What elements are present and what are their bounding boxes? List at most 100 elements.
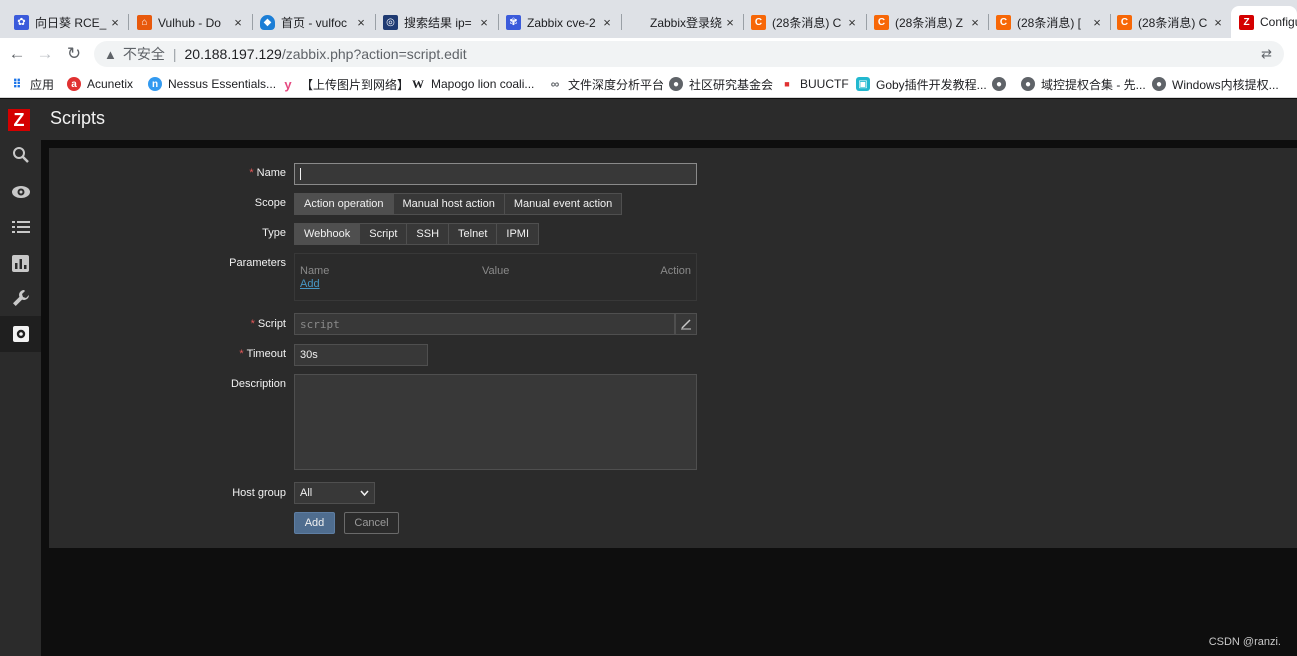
bookmark-item[interactable]: W Mapogo lion coali... <box>411 76 534 92</box>
gear-icon[interactable] <box>0 316 41 352</box>
bookmark-item[interactable]: y 【上传图片到网络】 <box>281 76 409 92</box>
watermark: CSDN @ranzi. <box>1208 636 1281 648</box>
browser-tab[interactable]: ✿ 向日葵 RCE_ × <box>14 9 122 36</box>
close-icon[interactable]: × <box>600 15 614 30</box>
type-option-script[interactable]: Script <box>360 224 408 244</box>
edit-script-button[interactable] <box>675 313 697 335</box>
close-icon[interactable]: × <box>1211 15 1225 30</box>
sunflower-icon: ✿ <box>14 15 29 30</box>
close-icon[interactable]: × <box>354 15 368 30</box>
globe-icon: ● <box>669 77 683 91</box>
bookmark-label: 域控提权合集 - 先... <box>1041 77 1146 92</box>
bookmark-label: 应用 <box>30 77 55 92</box>
hostgroup-select[interactable]: All <box>294 482 375 504</box>
bookmark-item[interactable]: ■ BUUCTF <box>780 76 848 92</box>
csdn-icon: C <box>1117 15 1132 30</box>
timeout-input[interactable]: 30s <box>294 344 428 366</box>
required-marker: * <box>239 348 244 360</box>
search-page-icon: ◎ <box>383 15 398 30</box>
scope-option-manual-host-action[interactable]: Manual host action <box>393 194 505 214</box>
add-button[interactable]: Add <box>294 512 335 534</box>
bookmark-item[interactable]: ● Windows内核提权... <box>1152 76 1279 92</box>
globe-icon: ● <box>992 77 1006 91</box>
divider: | <box>172 46 177 62</box>
y-icon: y <box>284 76 292 92</box>
zabbix-icon: Z <box>1239 14 1254 30</box>
search-icon[interactable] <box>0 137 41 173</box>
parameters-label: Parameters <box>229 257 286 269</box>
bookmark-item[interactable]: ● 域控提权合集 - 先... <box>1021 76 1146 92</box>
bookmark-item[interactable]: a Acunetix <box>67 76 133 92</box>
timeout-label-text: Timeout <box>246 348 286 360</box>
eye-icon[interactable] <box>0 174 41 210</box>
bookmark-label: Goby插件开发教程... <box>876 77 987 92</box>
parameters-table: Name Value Action Add <box>294 253 697 301</box>
type-option-ssh[interactable]: SSH <box>407 224 450 244</box>
scope-option-action-operation[interactable]: Action operation <box>295 194 394 214</box>
bookmark-item[interactable]: ▣ Goby插件开发教程... <box>856 76 987 92</box>
browser-tab[interactable]: ⌂ Vulhub - Do × <box>137 9 245 36</box>
type-option-telnet[interactable]: Telnet <box>449 224 498 244</box>
script-input[interactable]: script <box>294 313 675 335</box>
close-icon[interactable]: × <box>477 15 491 30</box>
csdn-icon: C <box>874 15 889 30</box>
browser-tab[interactable]: ◎ 搜索结果 ip= × <box>383 9 491 36</box>
back-arrow-icon[interactable]: ← <box>6 43 28 65</box>
bookmark-label: 社区研究基金会 <box>689 77 774 92</box>
type-option-ipmi[interactable]: IPMI <box>497 224 539 244</box>
browser-tab[interactable]: C (28条消息) [ × <box>996 9 1104 36</box>
csdn-icon: C <box>996 15 1011 30</box>
add-parameter-link[interactable]: Add <box>300 278 320 290</box>
chart-icon[interactable] <box>0 245 41 281</box>
browser-tab[interactable]: Zabbix登录绕 × <box>629 9 737 36</box>
bookmark-label: 【上传图片到网络】 <box>301 77 410 92</box>
close-icon[interactable]: × <box>723 15 737 30</box>
scope-option-manual-event-action[interactable]: Manual event action <box>504 194 622 214</box>
hostgroup-label: Host group <box>232 487 286 499</box>
browser-tab-strip: ✿ 向日葵 RCE_ × ⌂ Vulhub - Do × ◆ 首页 - vulf… <box>0 0 1297 38</box>
close-icon[interactable]: × <box>845 15 859 30</box>
zabbix-logo[interactable]: Z <box>8 109 30 131</box>
browser-tab[interactable]: C (28条消息) C × <box>1117 9 1225 36</box>
apps-grid-icon: ⠿ <box>12 77 22 91</box>
globe-icon: ● <box>1152 77 1166 91</box>
bookmark-label: Acunetix <box>87 77 134 91</box>
cancel-button[interactable]: Cancel <box>344 512 399 534</box>
close-icon[interactable]: × <box>968 15 982 30</box>
close-icon[interactable]: × <box>108 15 122 30</box>
pencil-icon <box>681 319 691 330</box>
browser-tab[interactable]: ✾ Zabbix cve-2 × <box>506 9 614 36</box>
type-option-webhook[interactable]: Webhook <box>295 224 361 244</box>
name-label: * Name <box>49 167 286 179</box>
name-input[interactable] <box>294 163 697 185</box>
browser-tab-active[interactable]: Z Configu <box>1231 6 1297 38</box>
required-marker: * <box>249 167 254 179</box>
browser-tab[interactable]: C (28条消息) C × <box>751 9 859 36</box>
type-selector: Webhook Script SSH Telnet IPMI <box>294 223 540 245</box>
hostgroup-value: All <box>300 487 313 499</box>
bilibili-icon: ▣ <box>856 77 870 91</box>
forward-arrow-icon[interactable]: → <box>34 43 56 65</box>
bookmark-item[interactable]: ● <box>992 76 1012 92</box>
url-text: 20.188.197.129/zabbix.php?action=script.… <box>185 46 467 62</box>
bookmark-label: 文件深度分析平台 <box>568 77 665 92</box>
browser-tab[interactable]: C (28条消息) Z × <box>874 9 982 36</box>
text-cursor <box>300 168 301 180</box>
close-icon[interactable]: × <box>231 15 245 30</box>
tab-title: 搜索结果 ip= <box>404 16 472 30</box>
bookmark-item[interactable]: n Nessus Essentials... <box>148 76 276 92</box>
browser-tab[interactable]: ◆ 首页 - vulfoc × <box>260 9 368 36</box>
tab-title: 首页 - vulfoc <box>281 16 348 30</box>
wrench-icon[interactable] <box>0 280 41 316</box>
description-textarea[interactable] <box>294 374 697 470</box>
translate-icon[interactable]: ⇄ <box>1261 46 1272 62</box>
address-bar[interactable]: ▲ 不安全 | 20.188.197.129/zabbix.php?action… <box>94 41 1284 67</box>
main-sidebar: Z <box>0 99 41 656</box>
bookmark-item[interactable]: ⠿ 应用 <box>10 76 54 92</box>
bookmark-item[interactable]: ● 社区研究基金会 <box>669 76 773 92</box>
reload-icon[interactable]: ↻ <box>63 43 85 65</box>
list-icon[interactable] <box>0 209 41 245</box>
close-icon[interactable]: × <box>1090 15 1104 30</box>
acunetix-icon: a <box>67 77 81 91</box>
bookmark-item[interactable]: ∞ 文件深度分析平台 <box>548 76 664 92</box>
